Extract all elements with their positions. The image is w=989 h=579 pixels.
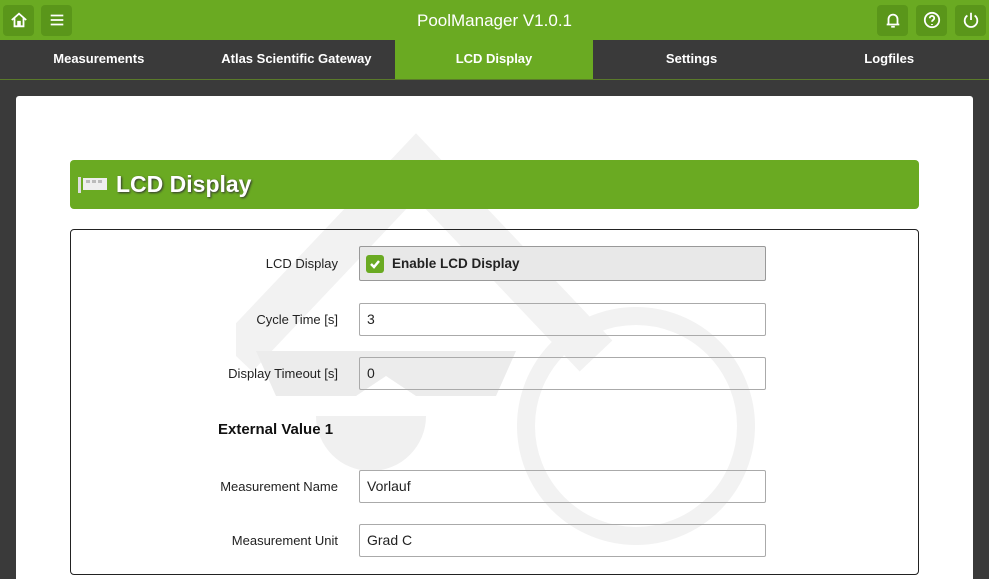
- lcd-settings-form: LCD Display Enable LCD Display Cycle Tim…: [70, 229, 919, 575]
- home-button[interactable]: [3, 4, 34, 36]
- page-title: LCD Display: [116, 171, 252, 197]
- display-timeout-input[interactable]: 0: [359, 357, 766, 390]
- tab-measurements[interactable]: Measurements: [0, 40, 198, 79]
- menu-icon: [50, 14, 63, 26]
- display-timeout-label: Display Timeout [s]: [228, 366, 338, 381]
- main-nav: Measurements Atlas Scientific Gateway LC…: [0, 40, 989, 80]
- tab-settings[interactable]: Settings: [593, 40, 791, 79]
- measurement-name-input[interactable]: Vorlauf: [359, 470, 766, 503]
- home-icon: [10, 12, 27, 28]
- external-value-1-heading: External Value 1: [218, 421, 334, 438]
- bell-icon: [886, 13, 899, 28]
- lcd-display-icon: [78, 176, 107, 193]
- lcd-display-label: LCD Display: [265, 256, 338, 271]
- power-icon: [963, 12, 978, 28]
- cycle-time-label: Cycle Time [s]: [256, 312, 338, 327]
- measurement-unit-input[interactable]: Grad C: [359, 524, 766, 557]
- tab-atlas-scientific-gateway[interactable]: Atlas Scientific Gateway: [198, 40, 396, 79]
- power-button[interactable]: [955, 4, 986, 36]
- menu-button[interactable]: [41, 4, 72, 36]
- measurement-unit-label: Measurement Unit: [231, 533, 338, 548]
- page-header: LCD Display: [70, 160, 919, 209]
- help-icon: [923, 11, 940, 29]
- tab-logfiles[interactable]: Logfiles: [790, 40, 988, 79]
- tab-lcd-display[interactable]: LCD Display: [395, 40, 593, 79]
- content-card: LCD Display LCD Display Enable LCD Displ…: [16, 96, 973, 579]
- notifications-button[interactable]: [877, 4, 908, 36]
- app-title: PoolManager V1.0.1: [417, 11, 572, 30]
- measurement-name-label: Measurement Name: [220, 479, 338, 494]
- cycle-time-input[interactable]: 3: [359, 303, 766, 336]
- help-button[interactable]: [916, 4, 947, 36]
- enable-lcd-checkbox-label: Enable LCD Display: [392, 256, 520, 271]
- checkbox-checked-icon: [366, 254, 384, 273]
- enable-lcd-checkbox[interactable]: Enable LCD Display: [359, 246, 766, 281]
- top-bar: PoolManager V1.0.1: [0, 0, 989, 40]
